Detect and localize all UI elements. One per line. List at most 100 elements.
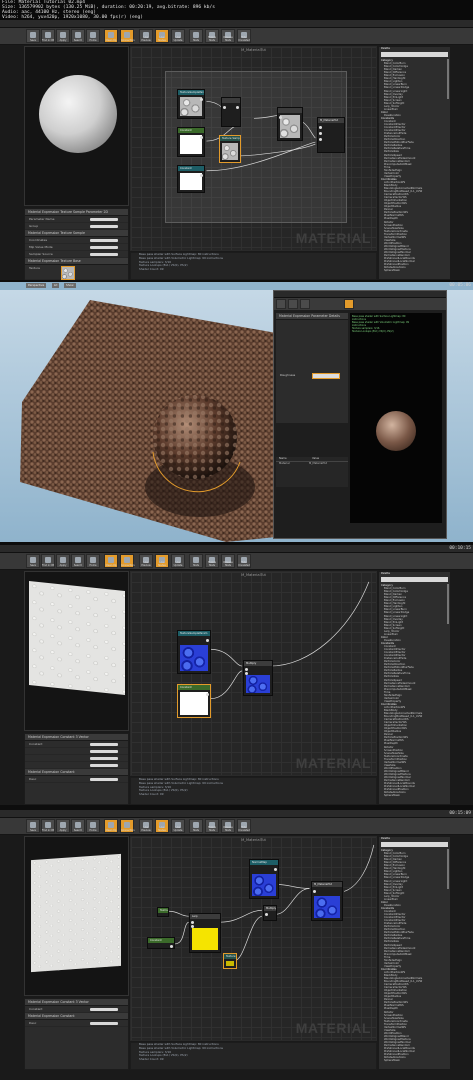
input-pin[interactable] xyxy=(245,672,248,675)
hide-unrelated-button[interactable]: Hide Unrelated xyxy=(237,819,251,833)
details-section[interactable]: Material Expression Parameter Details xyxy=(276,313,348,320)
multiply-node[interactable]: Multiply xyxy=(243,660,273,696)
material-graph[interactable]: M_MaterialTut TextureSampleParam Constan… xyxy=(130,571,377,776)
output-pin[interactable] xyxy=(200,98,203,101)
input-pin[interactable] xyxy=(245,668,248,671)
details-section[interactable]: Material Expression Constant 3 Vector xyxy=(25,734,128,741)
release-stats-button[interactable]: Release Stats xyxy=(221,554,235,568)
palette-scrollbar[interactable] xyxy=(447,584,449,624)
details-section[interactable]: Material Expression Texture Base xyxy=(25,258,128,265)
search-button[interactable] xyxy=(288,299,298,309)
texture-thumbnail[interactable] xyxy=(61,266,75,280)
input-pin[interactable] xyxy=(279,116,282,119)
output-pin[interactable] xyxy=(206,639,209,642)
find-in-cb-button[interactable]: Find in CB xyxy=(41,29,55,43)
coordinates-field[interactable] xyxy=(90,238,118,242)
input-pin[interactable] xyxy=(313,890,316,893)
stats-button[interactable]: Stats xyxy=(189,819,203,833)
param-name-field[interactable] xyxy=(90,217,118,221)
details-section[interactable]: Material Expression Texture Sample Param… xyxy=(25,209,128,216)
save-button[interactable]: Save xyxy=(26,554,40,568)
normal-map-node[interactable]: NormalMap xyxy=(249,859,279,899)
multiply-node[interactable]: Multiply xyxy=(263,905,277,921)
sampler-source-field[interactable] xyxy=(90,252,118,256)
palette-item[interactable]: SphereMask xyxy=(379,794,450,797)
palette-item[interactable]: SphereMask xyxy=(379,269,450,272)
mobile-stats-button[interactable]: Mobile Stats xyxy=(205,819,219,833)
home-button[interactable]: Home xyxy=(86,29,100,43)
apply-button[interactable]: Apply xyxy=(56,554,70,568)
constant-field[interactable] xyxy=(90,742,118,746)
preview-viewport[interactable]: Base pass shader with Surface Lightmap: … xyxy=(350,313,442,523)
apply-button[interactable]: Apply xyxy=(56,29,70,43)
hide-unrelated-button[interactable]: Hide Unrelated xyxy=(237,554,251,568)
r-field[interactable] xyxy=(90,749,118,753)
output-pin[interactable] xyxy=(206,693,209,696)
clean-up-button[interactable]: Clean Up xyxy=(104,29,118,43)
tex-coord-node[interactable]: TexCoord[0] xyxy=(157,907,169,917)
details-section[interactable]: Material Expression Constant xyxy=(25,769,128,776)
output-pin[interactable] xyxy=(200,174,203,177)
desc-field[interactable] xyxy=(90,1021,118,1025)
input-pin[interactable] xyxy=(319,126,322,129)
home-button[interactable]: Home xyxy=(86,554,100,568)
palette-search-input[interactable] xyxy=(381,577,448,583)
stats-button[interactable]: Stats xyxy=(189,29,203,43)
desc-field[interactable] xyxy=(90,777,118,781)
param-value-field[interactable] xyxy=(312,373,340,379)
material-graph[interactable]: M_MaterialTut NormalMap TexCoord[0] Cons… xyxy=(130,836,377,1041)
constant-node[interactable]: Constant xyxy=(177,127,205,157)
input-pin[interactable] xyxy=(319,138,322,141)
release-stats-button[interactable]: Release Stats xyxy=(221,29,235,43)
search-button[interactable]: Search xyxy=(71,29,85,43)
lerp-node[interactable]: Lerp xyxy=(189,913,221,953)
connectors-button[interactable]: Connectors xyxy=(120,819,135,833)
output-pin[interactable] xyxy=(236,106,239,109)
output-pin[interactable] xyxy=(170,945,173,948)
node[interactable] xyxy=(221,97,241,127)
live-update-button[interactable]: Live Update xyxy=(171,819,185,833)
connectors-button[interactable]: Connectors xyxy=(120,554,135,568)
details-section[interactable]: Material Expression Constant xyxy=(25,1013,128,1020)
save-button[interactable]: Save xyxy=(26,819,40,833)
material-graph[interactable]: M_MaterialTut TextureSampleParam Constan… xyxy=(130,46,377,251)
live-update-button[interactable]: Live Update xyxy=(171,29,185,43)
palette-search-input[interactable] xyxy=(381,842,448,848)
texture-sample-node[interactable]: TextureSampleParam xyxy=(177,89,205,119)
details-section[interactable]: Material Expression Texture Sample xyxy=(25,230,128,237)
search-button[interactable]: Search xyxy=(71,819,85,833)
mobile-stats-button[interactable]: Mobile Stats xyxy=(205,29,219,43)
live-nodes-button[interactable]: Live Nodes xyxy=(155,819,169,833)
b-field[interactable] xyxy=(90,763,118,767)
palette-item[interactable]: SphereMask xyxy=(379,1059,450,1062)
save-button[interactable]: Save xyxy=(26,29,40,43)
apply-button[interactable] xyxy=(300,299,310,309)
output-pin[interactable] xyxy=(200,136,203,139)
live-preview-button[interactable]: Live Preview xyxy=(139,554,153,568)
group-field[interactable] xyxy=(90,224,118,228)
live-nodes-button[interactable]: Live Nodes xyxy=(155,554,169,568)
stats-button[interactable]: Stats xyxy=(189,554,203,568)
clean-up-button[interactable]: Clean Up xyxy=(104,819,118,833)
g-field[interactable] xyxy=(90,756,118,760)
release-stats-button[interactable]: Release Stats xyxy=(221,819,235,833)
palette-scrollbar[interactable] xyxy=(447,59,449,99)
palette-scrollbar[interactable] xyxy=(447,849,449,889)
input-pin[interactable] xyxy=(319,132,322,135)
material-output-node[interactable]: M_MaterialTut xyxy=(317,117,345,153)
input-pin[interactable] xyxy=(191,925,194,928)
search-button[interactable]: Search xyxy=(71,554,85,568)
texture-sample-node[interactable]: Texture Sample xyxy=(223,953,237,969)
save-button[interactable] xyxy=(276,299,286,309)
input-pin[interactable] xyxy=(265,913,268,916)
home-button[interactable]: Home xyxy=(86,819,100,833)
palette-search-input[interactable] xyxy=(381,52,448,58)
live-preview-button[interactable]: Live Preview xyxy=(139,819,153,833)
find-in-cb-button[interactable]: Find in CB xyxy=(41,819,55,833)
texture-sample-node[interactable]: Texture Sample xyxy=(219,135,241,163)
mip-mode-field[interactable] xyxy=(90,245,118,249)
normal-map-node[interactable]: TextureSampleParam xyxy=(177,630,211,674)
clean-up-button[interactable]: Clean Up xyxy=(104,554,118,568)
texture-sample-node[interactable] xyxy=(277,107,303,141)
constant-field[interactable] xyxy=(90,1007,118,1011)
